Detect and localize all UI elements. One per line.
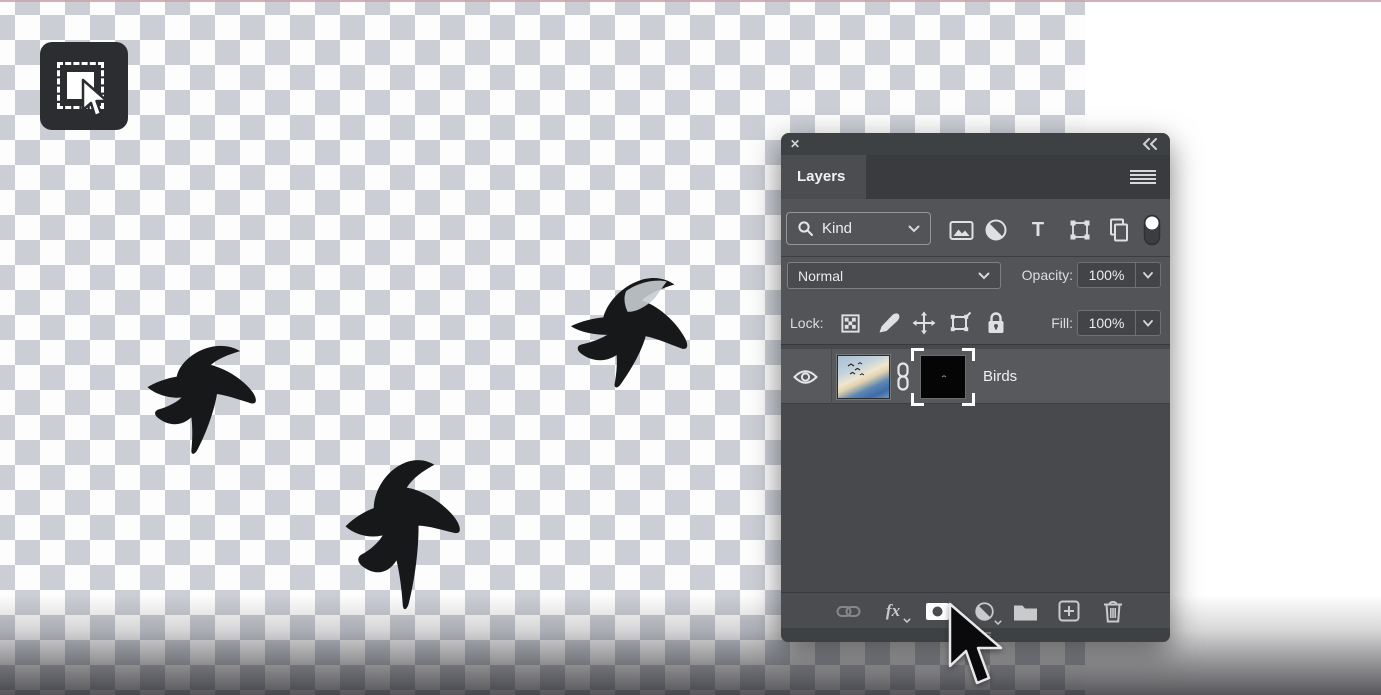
lock-transparent-pixels-icon[interactable] xyxy=(837,310,863,336)
bird-silhouette-1 xyxy=(145,343,267,459)
mask-selection-corner xyxy=(962,393,975,406)
cursor-arrow-glyph xyxy=(80,78,110,120)
layer-style-fx-icon[interactable]: fx xyxy=(878,596,908,626)
opacity-label: Opacity: xyxy=(1003,262,1073,288)
layer-mask-link-icon[interactable] xyxy=(894,362,912,391)
panel-titlebar: ✕ xyxy=(781,133,1170,155)
fx-label: fx xyxy=(886,601,900,621)
marquee-select-logo xyxy=(40,42,128,130)
blend-mode-value: Normal xyxy=(798,268,843,284)
bird-silhouette-2 xyxy=(335,450,483,623)
mask-selection-corner xyxy=(911,393,924,406)
filter-kind-label: Kind xyxy=(822,220,852,237)
layer-mask-thumbnail-selected[interactable] xyxy=(911,348,975,406)
lock-image-pixels-brush-icon[interactable] xyxy=(876,310,902,336)
lock-position-move-icon[interactable] xyxy=(911,310,937,336)
layer-row-birds[interactable]: Birds xyxy=(781,349,1170,404)
layers-list[interactable]: Birds xyxy=(781,345,1170,592)
lock-row: Lock: xyxy=(781,301,1170,345)
close-icon[interactable]: ✕ xyxy=(788,137,802,151)
filter-adjustment-layers-icon[interactable] xyxy=(983,217,1009,243)
blend-row: Normal Opacity: 100% xyxy=(781,257,1170,301)
chevron-down-icon xyxy=(1143,272,1153,279)
opacity-field[interactable]: 100% xyxy=(1077,262,1161,288)
filter-pixel-layers-icon[interactable] xyxy=(948,217,974,243)
panel-menu-icon[interactable] xyxy=(1130,170,1156,184)
opacity-value[interactable]: 100% xyxy=(1078,263,1135,287)
fill-label: Fill: xyxy=(1029,310,1073,336)
new-group-folder-icon[interactable] xyxy=(1010,596,1040,626)
video-progress-line xyxy=(0,0,1381,2)
fill-field[interactable]: 100% xyxy=(1077,310,1161,336)
lock-artboard-nesting-icon[interactable] xyxy=(947,310,973,336)
delete-layer-trash-icon[interactable] xyxy=(1098,596,1128,626)
tab-layers[interactable]: Layers xyxy=(781,155,866,199)
lock-all-padlock-icon[interactable] xyxy=(983,310,1009,336)
filter-toggle-switch[interactable] xyxy=(1141,217,1163,243)
layer-name[interactable]: Birds xyxy=(983,349,1017,404)
chevron-down-icon xyxy=(978,272,990,280)
layer-visibility-eye-icon[interactable] xyxy=(790,362,820,392)
panel-tab-row: Layers xyxy=(781,155,1170,199)
mask-selection-corner xyxy=(911,348,924,361)
fill-value[interactable]: 100% xyxy=(1078,311,1135,335)
chevron-down-icon xyxy=(903,618,911,623)
link-layers-icon[interactable] xyxy=(833,596,863,626)
filter-type-layers-icon[interactable]: T xyxy=(1025,217,1051,243)
filter-kind-dropdown[interactable]: Kind xyxy=(786,212,931,245)
row-divider xyxy=(831,349,832,404)
blend-mode-dropdown[interactable]: Normal xyxy=(787,262,1001,289)
mask-selection-corner xyxy=(962,348,975,361)
new-layer-icon[interactable] xyxy=(1054,596,1084,626)
chevron-down-icon xyxy=(908,225,920,233)
filter-shape-layers-icon[interactable] xyxy=(1067,217,1093,243)
layers-panel: ✕ Layers Kind xyxy=(781,133,1170,642)
bird-silhouette-3 xyxy=(564,268,704,399)
opacity-chevron-button[interactable] xyxy=(1135,263,1160,287)
collapse-panel-icon[interactable] xyxy=(1142,138,1158,150)
search-icon xyxy=(797,220,814,237)
filter-row: Kind T xyxy=(781,199,1170,257)
chevron-down-icon xyxy=(1143,320,1153,327)
screenshot-root: ✕ Layers Kind xyxy=(0,0,1381,695)
lock-label: Lock: xyxy=(790,310,830,336)
filter-smart-objects-icon[interactable] xyxy=(1106,217,1132,243)
mask-thumbnail[interactable] xyxy=(920,355,966,399)
fill-chevron-button[interactable] xyxy=(1135,311,1160,335)
layer-thumbnail[interactable] xyxy=(837,355,890,399)
mouse-cursor xyxy=(946,602,1004,688)
